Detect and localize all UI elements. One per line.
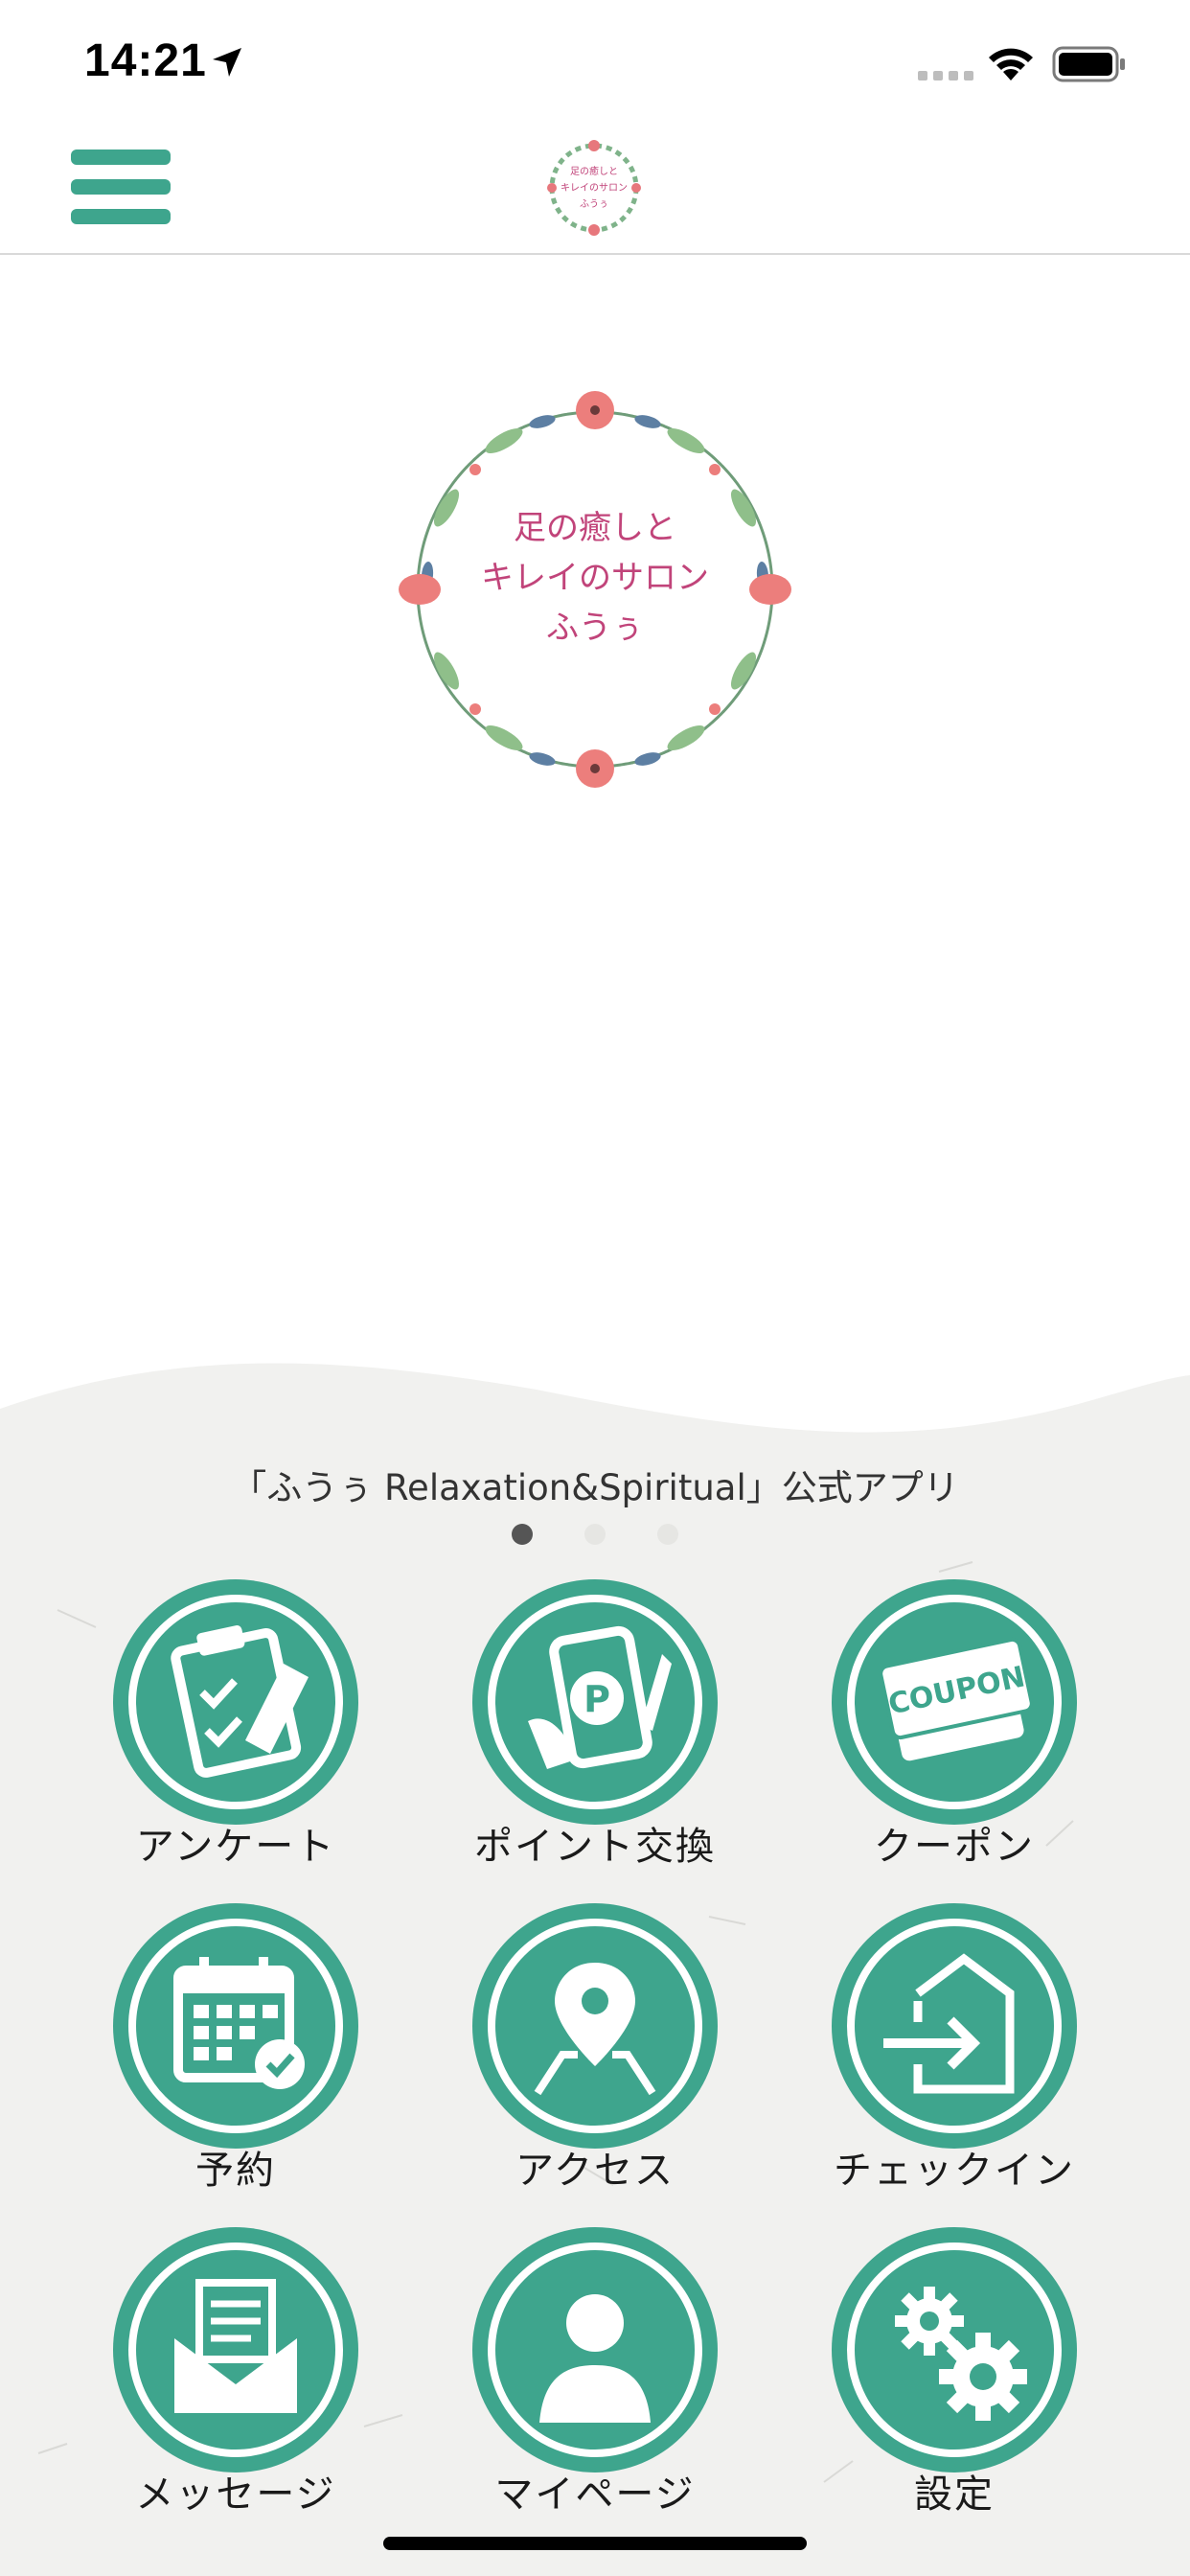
page-dot[interactable] [584,1524,606,1545]
settings-gears-icon [832,2227,1077,2472]
menu-label: マイページ [494,2472,696,2517]
location-arrow-icon [213,48,241,77]
hamburger-menu-button[interactable] [71,146,171,228]
menu-item-access[interactable]: アクセス [432,1901,720,2218]
svg-text:キレイのサロン: キレイのサロン [561,182,628,194]
menu-item-my-page[interactable]: マイページ [432,2225,720,2542]
menu-label: アクセス [515,2149,675,2193]
nav-bar: 足の癒しと キレイのサロン ふうぅ [0,125,1190,255]
wifi-icon [989,48,1033,80]
app-tagline: 「ふうぅ Relaxation&Spiritual」公式アプリ [231,1467,959,1508]
cellular-signal-icon [918,71,973,80]
menu-label: ポイント交換 [474,1825,716,1869]
status-bar: 14:21 [0,0,1190,125]
battery-icon [1052,46,1125,82]
menu-label: メッセージ [135,2472,336,2517]
survey-clipboard-icon [113,1579,358,1825]
check-in-icon [832,1903,1077,2149]
menu-item-reservation[interactable]: 予約 [73,1901,360,2218]
menu-item-survey[interactable]: アンケート [73,1577,360,1894]
logo-line-3: ふうぅ [546,609,644,647]
message-envelope-icon [113,2227,358,2472]
logo-line-1: 足の癒しと [514,509,676,547]
hamburger-line [71,179,171,195]
svg-text:足の癒しと: 足の癒しと [570,165,618,177]
menu-label: チェックイン [834,2149,1075,2193]
menu-item-coupon[interactable]: COUPON クーポン [791,1577,1079,1894]
coupon-icon: COUPON [832,1579,1077,1825]
hamburger-line [71,150,171,165]
menu-label: アンケート [135,1825,336,1869]
menu-item-point-exchange[interactable]: P ポイント交換 [432,1577,720,1894]
header-logo: 足の癒しと キレイのサロン ふうぅ [547,140,641,236]
menu-item-message[interactable]: メッセージ [73,2225,360,2542]
user-profile-icon [472,2227,718,2472]
hamburger-line [71,209,171,224]
point-exchange-icon: P [472,1579,718,1825]
map-pin-icon [472,1903,718,2149]
page-dot[interactable] [657,1524,678,1545]
salon-logo-wreath: 足の癒しと キレイのサロン ふうぅ [399,391,791,788]
page-dot-active[interactable] [512,1524,533,1545]
svg-text:ふうぅ: ふうぅ [580,198,608,210]
status-time: 14:21 [84,35,207,86]
menu-label: 設定 [914,2472,995,2517]
menu-item-check-in[interactable]: チェックイン [791,1901,1079,2218]
menu-label: クーポン [874,1825,1035,1869]
logo-line-2: キレイのサロン [481,559,709,597]
svg-text:P: P [584,1678,610,1720]
menu-label: 予約 [195,2149,276,2193]
page-indicator[interactable] [508,1524,690,1549]
calendar-check-icon [113,1903,358,2149]
home-indicator[interactable] [383,2537,807,2550]
menu-item-settings[interactable]: 設定 [791,2225,1079,2542]
